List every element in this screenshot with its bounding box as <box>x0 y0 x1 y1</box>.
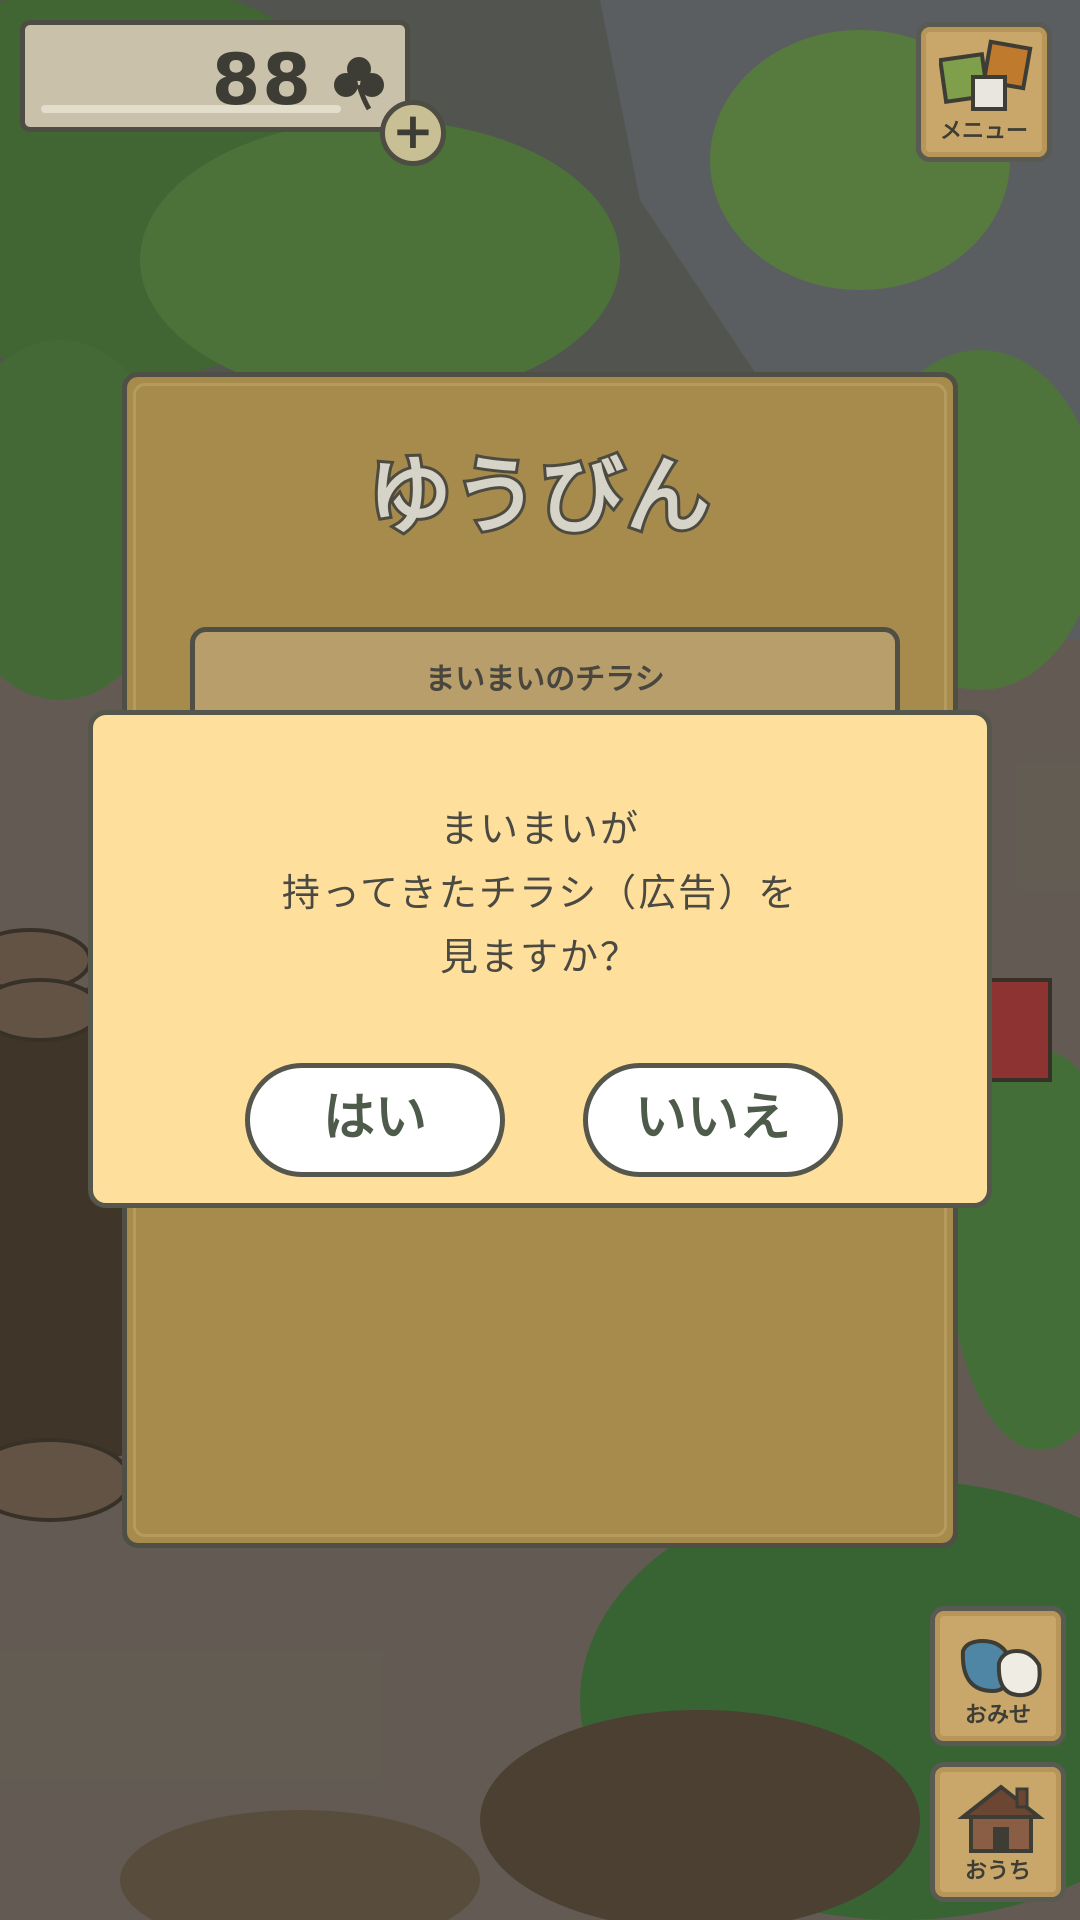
shop-bags-icon <box>960 1638 1042 1698</box>
menu-icon <box>939 39 1033 111</box>
home-label: おうち <box>964 1859 1031 1884</box>
confirm-dialog: まいまいが 持ってきたチラシ（広告）を 見ますか？ はい いいえ <box>88 710 992 1208</box>
mail-title: ゆうびん <box>365 444 713 548</box>
menu-label: メニュー <box>939 119 1028 144</box>
yes-button[interactable]: はい <box>245 1063 505 1177</box>
dialog-line-2: 持ってきたチラシ（広告）を <box>281 871 799 915</box>
dialog-line-3: 見ますか？ <box>439 935 640 979</box>
home-button[interactable]: おうち <box>930 1762 1066 1902</box>
menu-button[interactable]: メニュー <box>916 22 1052 162</box>
clover-count: 88 <box>211 39 313 121</box>
shop-button[interactable]: おみせ <box>930 1606 1066 1746</box>
clover-icon <box>334 57 384 111</box>
plus-icon: + <box>392 102 434 160</box>
no-button[interactable]: いいえ <box>583 1063 843 1177</box>
dialog-line-1: まいまいが <box>439 807 640 851</box>
clover-counter: 88 <box>20 20 410 132</box>
shop-label: おみせ <box>964 1703 1031 1728</box>
mail-item-name: まいまいのチラシ <box>425 662 665 697</box>
dialog-message: まいまいが 持ってきたチラシ（広告）を 見ますか？ <box>93 797 987 989</box>
add-clover-button[interactable]: + <box>380 100 446 166</box>
house-icon <box>957 1784 1045 1853</box>
